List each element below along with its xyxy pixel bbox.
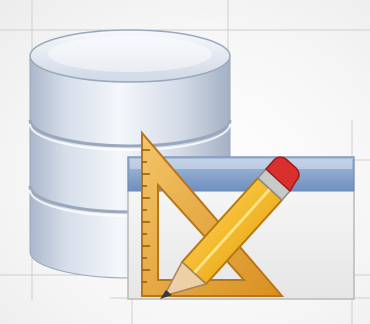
database-design-icon (0, 0, 370, 324)
icon-canvas (0, 0, 370, 324)
